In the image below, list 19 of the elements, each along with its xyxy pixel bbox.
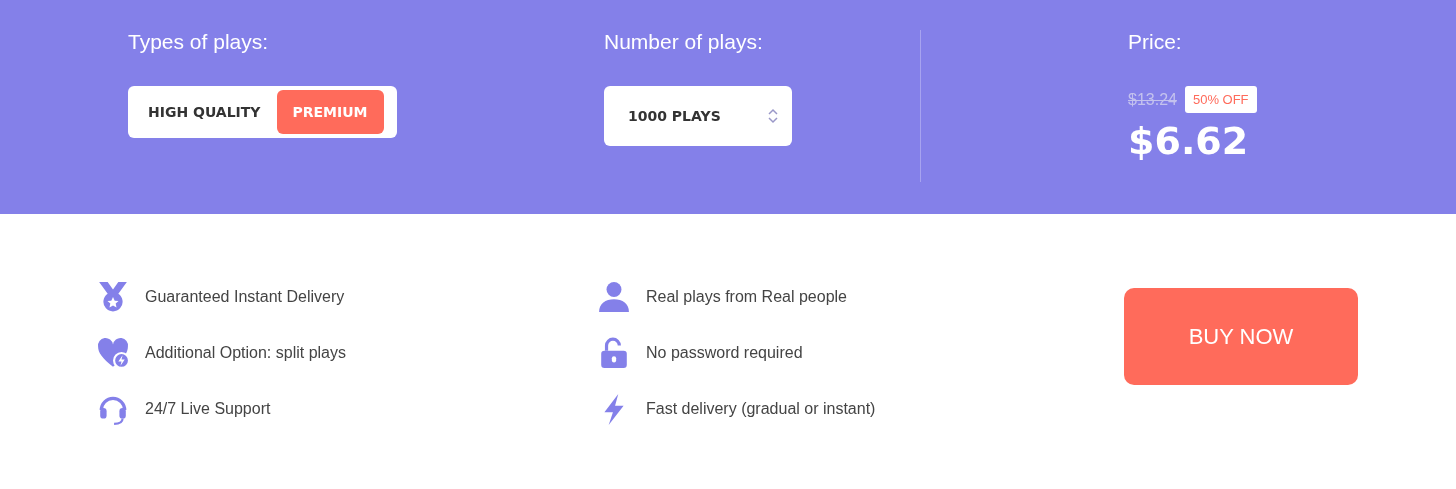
type-option[interactable]: HIGH QUALITY [132, 90, 277, 134]
unlocked-padlock-icon [598, 337, 630, 369]
section-label: Number of plays: [604, 30, 763, 55]
feature-text: Additional Option: split plays [145, 344, 346, 362]
current-price: $6.62 [1128, 119, 1249, 163]
plays-dropdown[interactable]: 1000 PLAYS [604, 86, 792, 146]
feature-text: Real plays from Real people [646, 288, 847, 306]
discount-badge: 50% OFF [1184, 86, 1257, 113]
feature-text: No password required [646, 344, 803, 362]
feature-text: 24/7 Live Support [145, 400, 271, 418]
medal-icon [97, 281, 129, 313]
heart-bolt-icon [97, 337, 129, 369]
up-down-arrows-icon [768, 108, 778, 124]
section-label: Price: [1128, 30, 1182, 55]
section-label: Types of plays: [128, 30, 269, 55]
person-icon [598, 281, 630, 313]
feature-text: Guaranteed Instant Delivery [145, 288, 345, 306]
feature-text: Fast delivery (gradual or instant) [646, 400, 876, 418]
original-price: $13.24 [1128, 90, 1177, 109]
